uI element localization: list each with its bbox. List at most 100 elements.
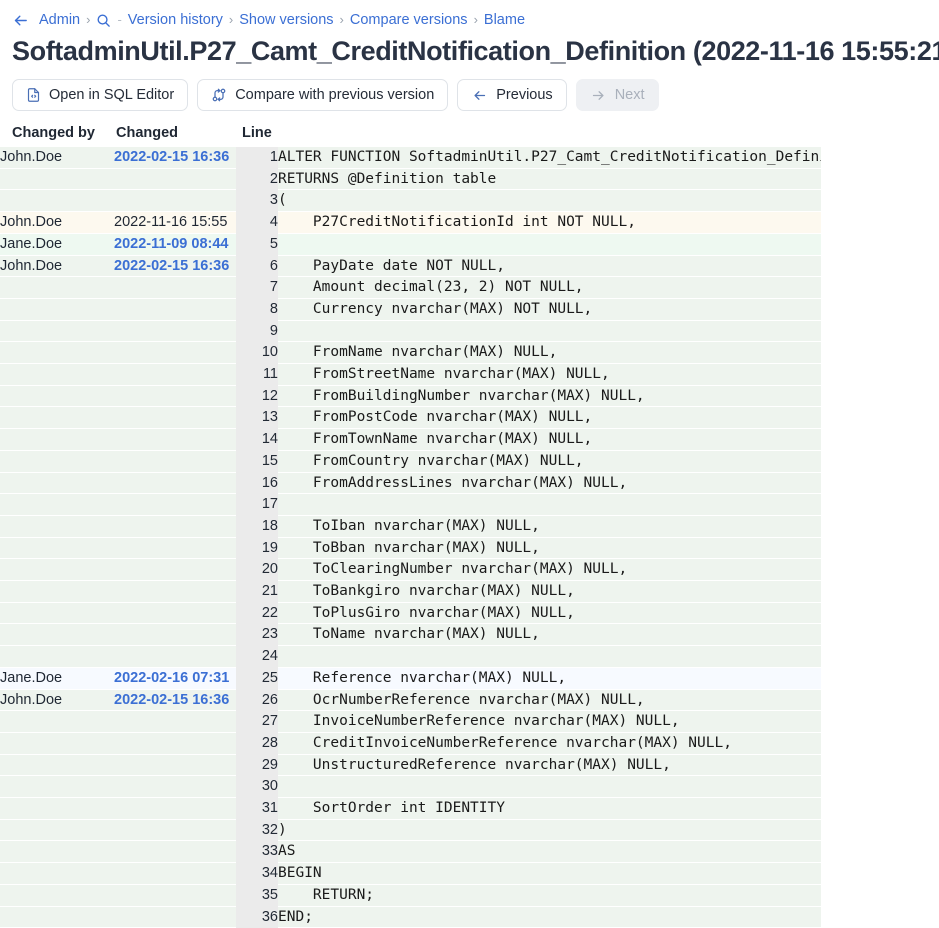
breadcrumb-dash: - <box>117 12 122 27</box>
cell-code: BEGIN <box>278 862 821 885</box>
table-row: 7 Amount decimal(23, 2) NOT NULL, <box>0 276 821 299</box>
cell-changed-by <box>0 428 114 451</box>
cell-changed-date <box>114 320 236 343</box>
breadcrumb-separator: › <box>228 12 234 27</box>
cell-changed-by <box>0 450 114 473</box>
cell-code: FromPostCode nvarchar(MAX) NULL, <box>278 406 821 430</box>
column-header-code <box>278 125 821 147</box>
cell-changed-date[interactable]: 2022-02-15 16:36 <box>114 147 236 169</box>
cell-changed-by <box>0 906 114 928</box>
open-in-sql-editor-button[interactable]: Open in SQL Editor <box>12 79 189 111</box>
blame-table: Changed by Changed Line John.Doe 2022-02-… <box>0 125 821 928</box>
breadcrumb-item-show-versions[interactable]: Show versions <box>239 11 333 29</box>
cell-line-number: 25 <box>236 667 278 690</box>
compare-with-previous-version-button[interactable]: Compare with previous version <box>197 79 449 111</box>
table-row: 2 RETURNS @Definition table <box>0 168 821 191</box>
cell-line-number: 33 <box>236 840 278 863</box>
cell-changed-date <box>114 732 236 755</box>
breadcrumb-item-blame[interactable]: Blame <box>484 11 525 29</box>
cell-line-number: 28 <box>236 732 278 755</box>
cell-line-number: 11 <box>236 363 278 386</box>
cell-line-number: 27 <box>236 710 278 733</box>
cell-code: FromCountry nvarchar(MAX) NULL, <box>278 450 821 473</box>
table-row: Jane.Doe 2022-11-09 08:44 5 <box>0 233 821 256</box>
table-row: 16 FromAddressLines nvarchar(MAX) NULL, <box>0 472 821 495</box>
cell-code: PayDate date NOT NULL, <box>278 255 821 278</box>
cell-line-number: 21 <box>236 580 278 603</box>
cell-line-number: 19 <box>236 537 278 559</box>
back-arrow-icon[interactable] <box>12 12 29 29</box>
breadcrumb-item-version-history[interactable]: Version history <box>128 11 223 29</box>
table-row: 29 UnstructuredReference nvarchar(MAX) N… <box>0 754 821 777</box>
cell-line-number: 18 <box>236 515 278 538</box>
cell-changed-date <box>114 645 236 668</box>
cell-code: Currency nvarchar(MAX) NOT NULL, <box>278 298 821 321</box>
breadcrumb-item-admin[interactable]: Admin <box>39 11 80 29</box>
breadcrumb-item-compare-versions[interactable]: Compare versions <box>350 11 468 29</box>
code-compare-icon <box>211 87 227 103</box>
table-row: 11 FromStreetName nvarchar(MAX) NULL, <box>0 363 821 386</box>
cell-changed-date <box>114 450 236 473</box>
column-header-line: Line <box>236 125 278 147</box>
table-row: 20 ToClearingNumber nvarchar(MAX) NULL, <box>0 558 821 582</box>
table-row: 36 END; <box>0 906 821 928</box>
cell-changed-date <box>114 754 236 777</box>
table-row: 14 FromTownName nvarchar(MAX) NULL, <box>0 428 821 451</box>
cell-code: ALTER FUNCTION SoftadminUtil.P27_Camt_Cr… <box>278 147 821 169</box>
cell-code: P27CreditNotificationId int NOT NULL, <box>278 211 821 234</box>
table-row: 28 CreditInvoiceNumberReference nvarchar… <box>0 732 821 755</box>
cell-changed-by: John.Doe <box>0 689 114 712</box>
next-button: Next <box>575 79 659 111</box>
cell-changed-date <box>114 775 236 799</box>
cell-changed-by <box>0 819 114 842</box>
header-row: Changed by Changed Line <box>0 125 821 147</box>
cell-changed-by <box>0 298 114 321</box>
cell-line-number: 13 <box>236 406 278 429</box>
table-row: 30 <box>0 775 821 799</box>
cell-line-number: 1 <box>236 147 278 169</box>
page-title: SoftadminUtil.P27_Camt_CreditNotificatio… <box>12 36 939 66</box>
table-row: 32) <box>0 819 821 842</box>
next-label: Next <box>614 87 645 103</box>
cell-changed-by <box>0 189 114 213</box>
cell-changed-date[interactable]: 2022-02-15 16:36 <box>114 689 236 712</box>
search-icon[interactable] <box>96 13 111 28</box>
cell-line-number: 10 <box>236 341 278 364</box>
cell-changed-by <box>0 385 114 408</box>
cell-changed-by: Jane.Doe <box>0 233 114 256</box>
cell-changed-by <box>0 515 114 538</box>
table-row: John.Doe 2022-02-15 16:36 6 PayDate date N… <box>0 255 821 278</box>
cell-changed-date[interactable]: 2022-11-09 08:44 <box>114 233 236 256</box>
cell-changed-date[interactable]: 2022-02-15 16:36 <box>114 255 236 278</box>
cell-changed-date <box>114 819 236 842</box>
cell-line-number: 24 <box>236 645 278 668</box>
table-row: 9 <box>0 320 821 343</box>
breadcrumb-separator: › <box>86 12 91 27</box>
previous-button[interactable]: Previous <box>457 79 567 111</box>
cell-code: ( <box>278 189 821 213</box>
cell-code: RETURN; <box>278 884 821 907</box>
table-row: 8 Currency nvarchar(MAX) NOT NULL, <box>0 298 821 321</box>
table-row: 34 BEGIN <box>0 862 821 885</box>
cell-changed-date <box>114 385 236 408</box>
cell-changed-by <box>0 406 114 430</box>
cell-line-number: 17 <box>236 493 278 516</box>
cell-changed-by <box>0 710 114 733</box>
cell-changed-date[interactable]: 2022-02-16 07:31 <box>114 667 236 690</box>
cell-changed-by <box>0 341 114 365</box>
cell-line-number: 2 <box>236 168 278 190</box>
cell-code: FromBuildingNumber nvarchar(MAX) NULL, <box>278 385 821 408</box>
table-row: John.Doe 2022-02-15 16:36 26 OcrNumberRefe… <box>0 689 821 712</box>
cell-line-number: 20 <box>236 558 278 581</box>
table-row: Jane.Doe 2022-02-16 07:31 25 Reference nva… <box>0 667 821 690</box>
cell-line-number: 8 <box>236 298 278 321</box>
cell-changed-by <box>0 580 114 603</box>
cell-line-number: 32 <box>236 819 278 841</box>
cell-changed-by <box>0 493 114 516</box>
cell-code: ToIban nvarchar(MAX) NULL, <box>278 515 821 538</box>
cell-code: Amount decimal(23, 2) NOT NULL, <box>278 276 821 299</box>
cell-code: ToBban nvarchar(MAX) NULL, <box>278 537 821 560</box>
blame-table-body: John.Doe 2022-02-15 16:36 1 ALTER FUNCTION … <box>0 147 821 928</box>
cell-code: SortOrder int IDENTITY <box>278 797 821 820</box>
cell-changed-date <box>114 298 236 321</box>
